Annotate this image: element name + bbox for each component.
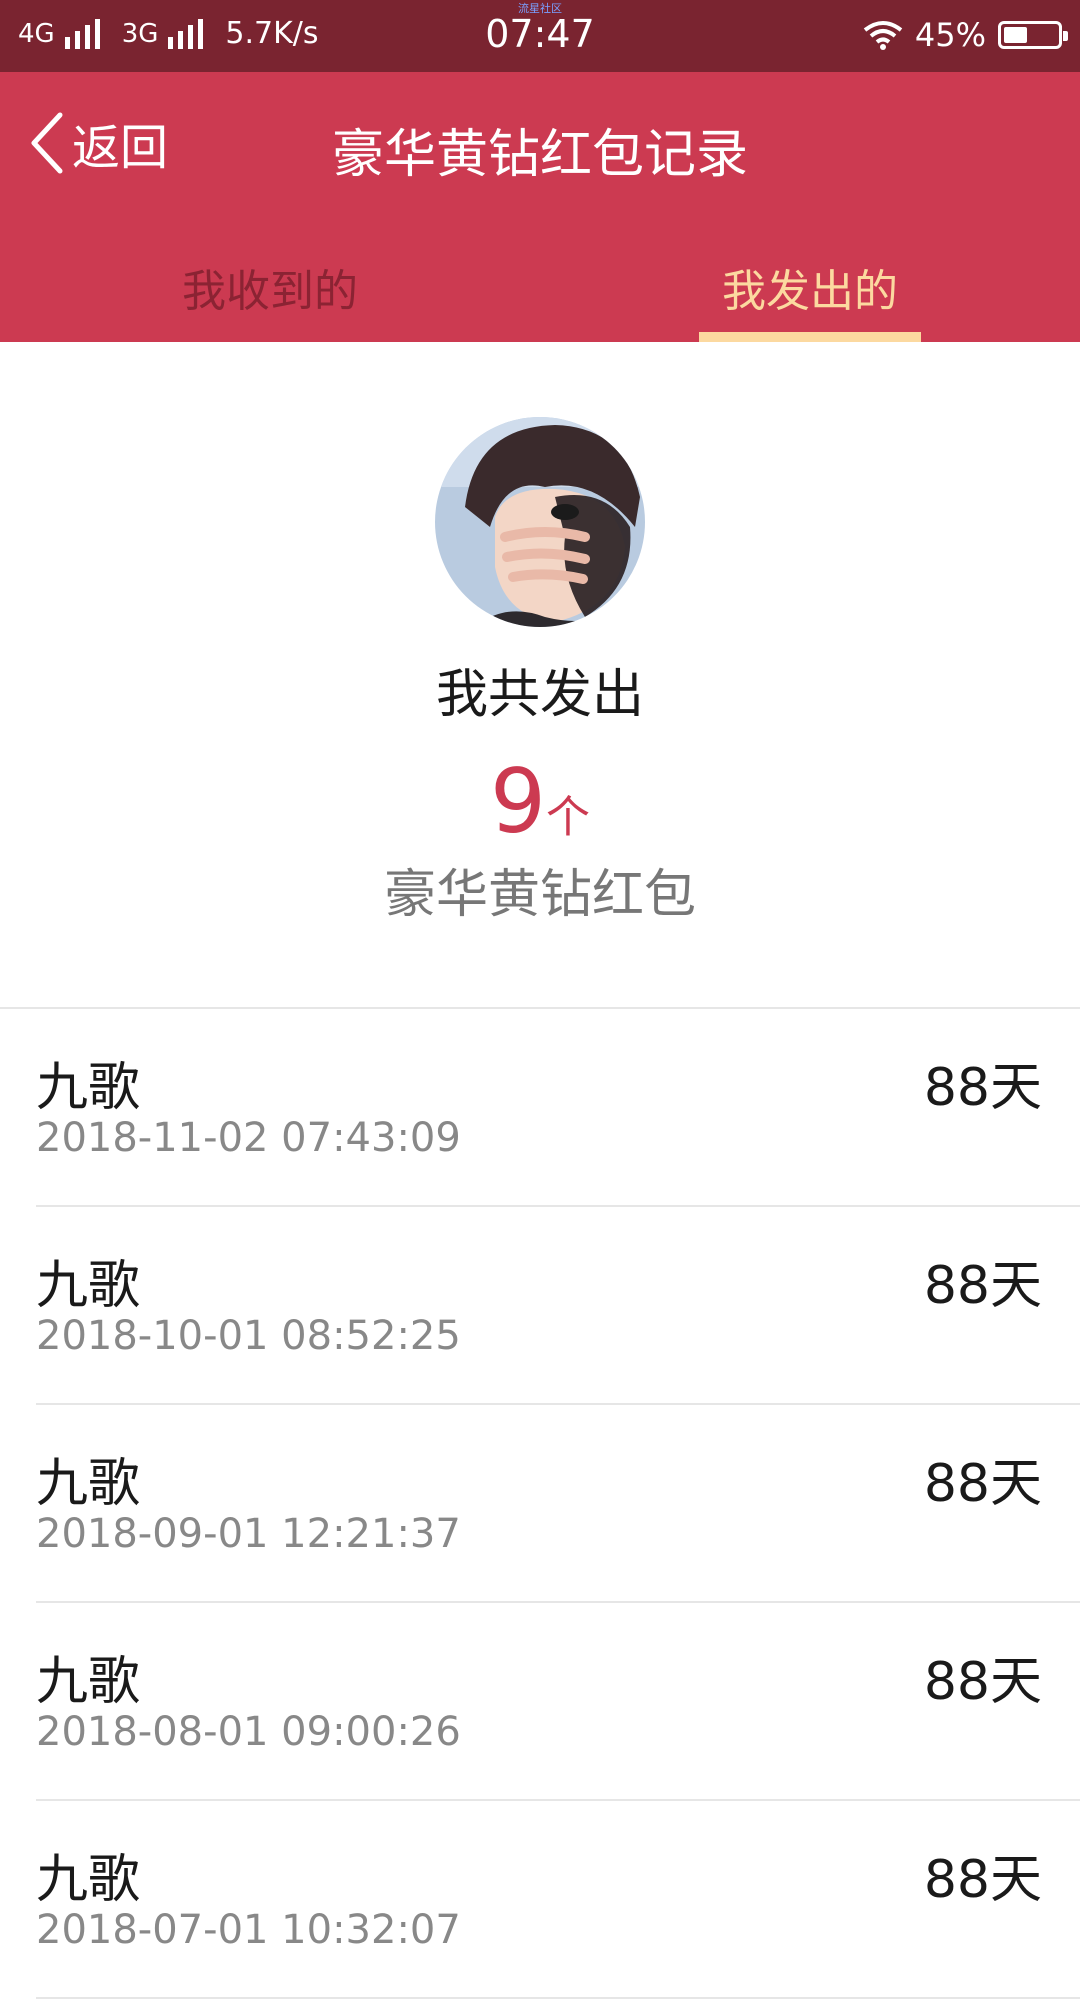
record-time: 2018-07-01 10:32:07 xyxy=(36,1907,461,1953)
record-name: 九歌 xyxy=(36,1652,141,1712)
record-duration: 88天 xyxy=(923,1058,1042,1118)
tab-sent[interactable]: 我发出的 xyxy=(540,242,1080,342)
active-tab-indicator xyxy=(699,332,921,342)
battery-icon xyxy=(998,21,1068,49)
record-time: 2018-08-01 09:00:26 xyxy=(36,1709,461,1755)
record-time: 2018-11-02 07:43:09 xyxy=(36,1115,461,1161)
record-time: 2018-10-01 08:52:25 xyxy=(36,1313,461,1359)
record-name: 九歌 xyxy=(36,1454,141,1514)
avatar xyxy=(435,417,645,627)
record-name: 九歌 xyxy=(36,1058,141,1118)
header: 返回 豪华黄钻红包记录 我收到的 我发出的 xyxy=(0,72,1080,342)
tab-bar: 我收到的 我发出的 xyxy=(0,242,1080,342)
battery-fill xyxy=(1004,27,1027,43)
page-title: 豪华黄钻红包记录 xyxy=(331,125,748,185)
record-duration: 88天 xyxy=(923,1850,1042,1910)
record-time: 2018-09-01 12:21:37 xyxy=(36,1511,461,1557)
record-duration: 88天 xyxy=(923,1652,1042,1712)
sent-count: 9个 xyxy=(0,750,1080,853)
list-item[interactable]: 九歌 2018-07-01 10:32:07 88天 xyxy=(0,1801,1080,1999)
record-duration: 88天 xyxy=(923,1454,1042,1514)
record-name: 九歌 xyxy=(36,1256,141,1316)
battery-percent: 45% xyxy=(914,16,986,54)
list-item[interactable]: 九歌 2018-11-02 07:43:09 88天 xyxy=(0,1009,1080,1207)
wifi-icon xyxy=(863,21,903,50)
tab-received[interactable]: 我收到的 xyxy=(0,242,540,342)
packet-name: 豪华黄钻红包 xyxy=(383,865,696,925)
status-right: 45% xyxy=(863,16,1068,54)
list-item[interactable]: 九歌 2018-08-01 09:00:26 88天 xyxy=(0,1603,1080,1801)
status-bar: 流星社区 4G 3G 5.7K/s 07:47 45% xyxy=(0,0,1080,72)
count-value: 9 xyxy=(490,750,546,853)
records-list: 九歌 2018-11-02 07:43:09 88天 九歌 2018-10-01… xyxy=(0,1007,1080,1999)
record-name: 九歌 xyxy=(36,1850,141,1910)
list-item[interactable]: 九歌 2018-10-01 08:52:25 88天 xyxy=(0,1207,1080,1405)
avatar-image xyxy=(435,417,645,627)
summary-label: 我共发出 xyxy=(435,665,644,725)
count-unit: 个 xyxy=(546,792,590,843)
record-duration: 88天 xyxy=(923,1256,1042,1316)
list-item[interactable]: 九歌 2018-09-01 12:21:37 88天 xyxy=(0,1405,1080,1603)
